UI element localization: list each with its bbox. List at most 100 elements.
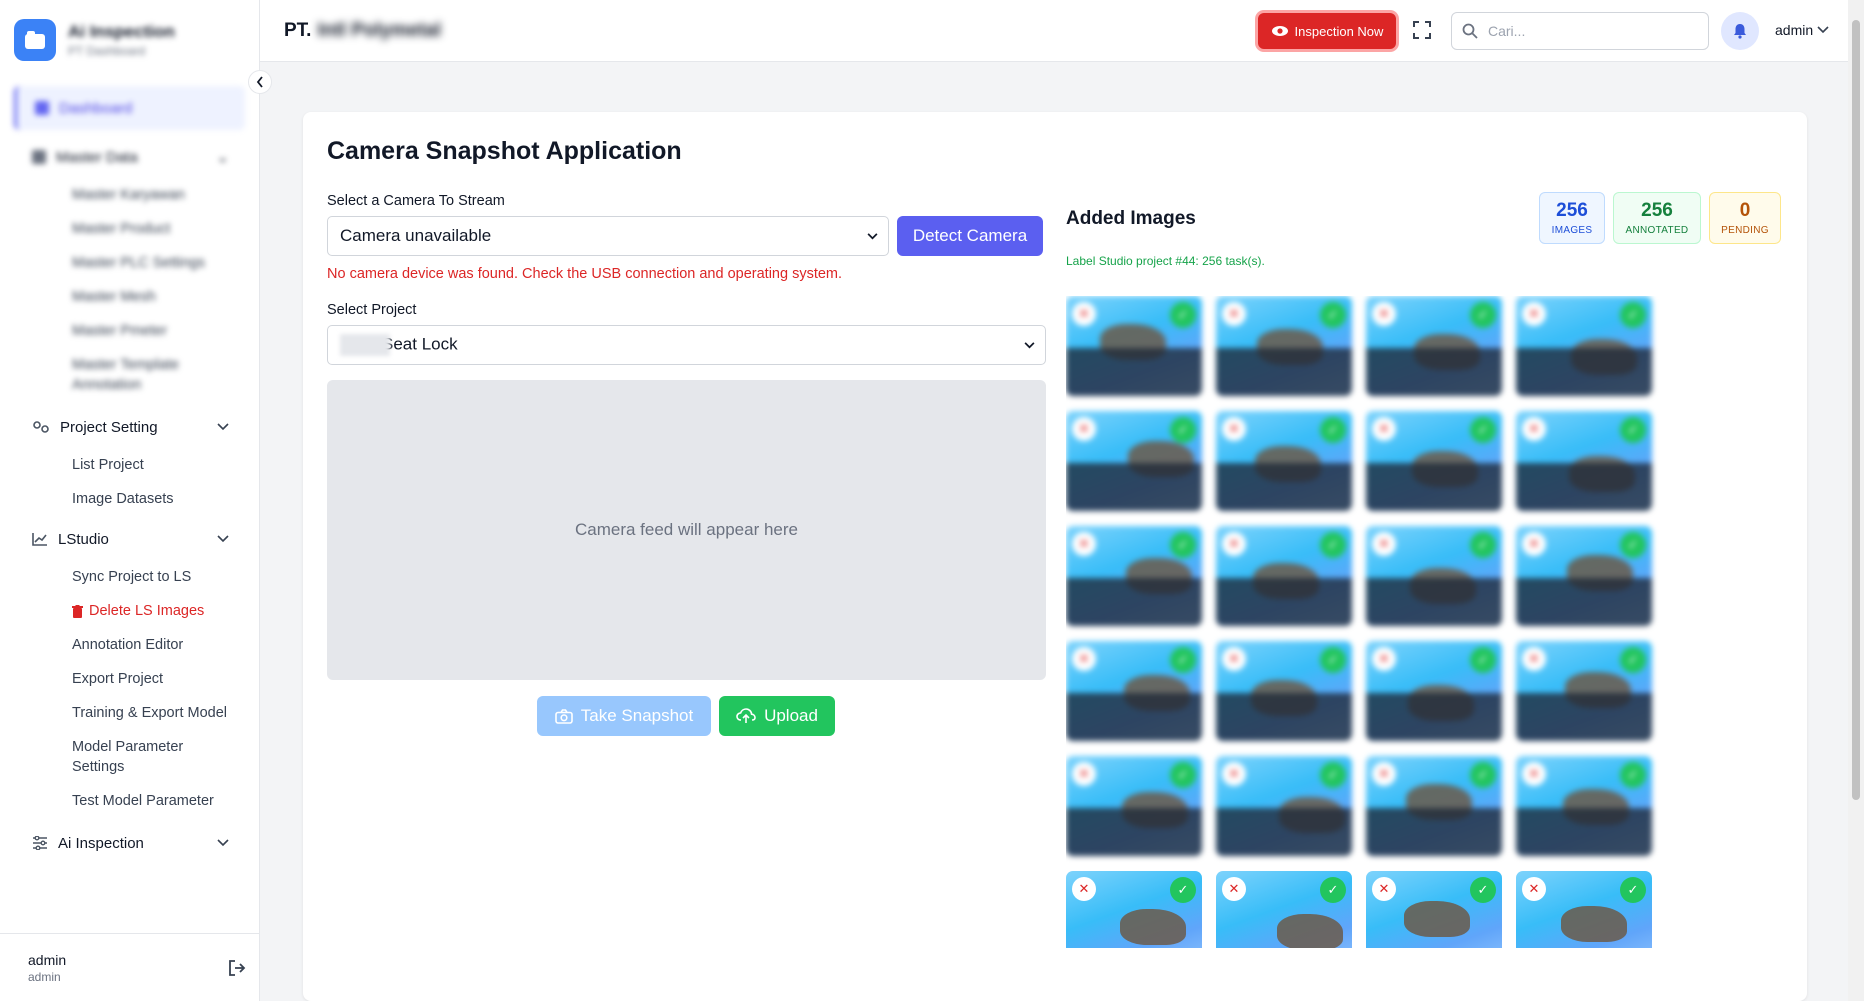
sidebar-item-sync-project[interactable]: Sync Project to LS bbox=[0, 560, 259, 594]
delete-image-icon[interactable]: ✕ bbox=[1522, 532, 1546, 556]
page-scrollbar[interactable] bbox=[1848, 0, 1864, 1001]
search-input[interactable] bbox=[1488, 23, 1688, 39]
annotated-check-icon: ✓ bbox=[1620, 762, 1646, 788]
image-thumbnail[interactable]: ✕ ✓ bbox=[1216, 756, 1352, 856]
sidebar-group-ai-inspection[interactable]: Ai Inspection bbox=[0, 822, 259, 864]
notification-button[interactable] bbox=[1721, 12, 1759, 50]
sidebar-item-image-datasets[interactable]: Image Datasets bbox=[0, 482, 259, 516]
image-thumbnail[interactable]: ✕ ✓ bbox=[1366, 641, 1502, 741]
sidebar-group-lstudio[interactable]: LStudio bbox=[0, 518, 259, 560]
sidebar-item-annotation-editor[interactable]: Annotation Editor bbox=[0, 628, 259, 662]
chevron-down-icon bbox=[217, 535, 229, 543]
delete-image-icon[interactable]: ✕ bbox=[1372, 877, 1396, 901]
annotated-check-icon: ✓ bbox=[1320, 762, 1346, 788]
image-thumbnail[interactable]: ✕ ✓ bbox=[1066, 756, 1202, 856]
project-select-value: Seat Lock bbox=[382, 334, 458, 354]
delete-image-icon[interactable]: ✕ bbox=[1222, 302, 1246, 326]
sidebar-collapse-button[interactable] bbox=[248, 70, 272, 94]
image-thumbnail[interactable]: ✕ ✓ bbox=[1516, 526, 1652, 626]
image-thumbnail[interactable]: ✕ ✓ bbox=[1216, 871, 1352, 948]
image-thumbnail[interactable]: ✕ ✓ bbox=[1366, 871, 1502, 948]
brand[interactable]: Ai Inspection PT Dashboard bbox=[0, 0, 259, 80]
annotated-check-icon: ✓ bbox=[1470, 762, 1496, 788]
sidebar-item-training-export[interactable]: Training & Export Model bbox=[0, 696, 259, 730]
thumbnail-object bbox=[1561, 906, 1627, 942]
eye-icon bbox=[1271, 26, 1288, 36]
delete-image-icon[interactable]: ✕ bbox=[1522, 302, 1546, 326]
delete-image-icon[interactable]: ✕ bbox=[1372, 532, 1396, 556]
sidebar-item-test-model[interactable]: Test Model Parameter bbox=[0, 784, 259, 818]
camera-select[interactable]: Camera unavailable bbox=[327, 216, 889, 256]
upload-button[interactable]: Upload bbox=[719, 696, 835, 736]
image-thumbnail[interactable]: ✕ ✓ bbox=[1516, 641, 1652, 741]
image-thumbnail[interactable]: ✕ ✓ bbox=[1216, 641, 1352, 741]
sidebar-item-master-pmeter[interactable]: Master Pmeter bbox=[0, 314, 259, 348]
image-thumbnail[interactable]: ✕ ✓ bbox=[1366, 526, 1502, 626]
inspection-now-button[interactable]: Inspection Now bbox=[1258, 13, 1396, 49]
take-snapshot-button[interactable]: Take Snapshot bbox=[537, 696, 711, 736]
image-thumbnail[interactable]: ✕ ✓ bbox=[1066, 296, 1202, 396]
delete-image-icon[interactable]: ✕ bbox=[1222, 647, 1246, 671]
image-thumbnail[interactable]: ✕ ✓ bbox=[1366, 411, 1502, 511]
stat-images-value: 256 bbox=[1556, 200, 1588, 221]
delete-image-icon[interactable]: ✕ bbox=[1372, 302, 1396, 326]
image-thumbnail[interactable]: ✕ ✓ bbox=[1516, 756, 1652, 856]
image-thumbnail[interactable]: ✕ ✓ bbox=[1366, 296, 1502, 396]
delete-image-icon[interactable]: ✕ bbox=[1222, 417, 1246, 441]
delete-image-icon[interactable]: ✕ bbox=[1522, 877, 1546, 901]
sidebar-group-master-data[interactable]: Master Data ⌄ bbox=[0, 136, 259, 178]
fullscreen-icon[interactable] bbox=[1412, 20, 1432, 40]
page-scrollbar-thumb[interactable] bbox=[1852, 20, 1860, 800]
search-box[interactable] bbox=[1451, 12, 1709, 50]
delete-image-icon[interactable]: ✕ bbox=[1372, 417, 1396, 441]
detect-camera-button[interactable]: Detect Camera bbox=[897, 216, 1043, 256]
image-thumbnail[interactable]: ✕ ✓ bbox=[1516, 296, 1652, 396]
annotated-check-icon: ✓ bbox=[1620, 417, 1646, 443]
sidebar-item-model-parameter[interactable]: Model Parameter Settings bbox=[0, 730, 259, 784]
delete-image-icon[interactable]: ✕ bbox=[1222, 532, 1246, 556]
sidebar-item-delete-ls-images[interactable]: Delete LS Images bbox=[0, 594, 259, 628]
page-title: Camera Snapshot Application bbox=[327, 137, 682, 165]
delete-image-icon[interactable]: ✕ bbox=[1222, 877, 1246, 901]
annotated-check-icon: ✓ bbox=[1470, 877, 1496, 903]
sidebar-group-project-setting[interactable]: Project Setting bbox=[0, 406, 259, 448]
upload-label: Upload bbox=[764, 706, 818, 725]
sidebar-item-master-plc[interactable]: Master PLC Settings bbox=[0, 246, 259, 280]
image-thumbnail[interactable]: ✕ ✓ bbox=[1216, 296, 1352, 396]
thumbnail-object bbox=[1404, 901, 1470, 937]
sidebar-item-master-template[interactable]: Master Template Annotation bbox=[0, 348, 259, 402]
image-thumbnail[interactable]: ✕ ✓ bbox=[1216, 526, 1352, 626]
sidebar-item-master-mesh[interactable]: Master Mesh bbox=[0, 280, 259, 314]
delete-image-icon[interactable]: ✕ bbox=[1072, 302, 1096, 326]
project-select[interactable]: Seat Lock bbox=[327, 325, 1046, 365]
annotated-check-icon: ✓ bbox=[1170, 647, 1196, 673]
image-thumbnail[interactable]: ✕ ✓ bbox=[1516, 411, 1652, 511]
image-thumbnail[interactable]: ✕ ✓ bbox=[1066, 641, 1202, 741]
image-thumbnail[interactable]: ✕ ✓ bbox=[1066, 411, 1202, 511]
sidebar-item-export-project[interactable]: Export Project bbox=[0, 662, 259, 696]
sidebar-item-master-karyawan[interactable]: Master Karyawan bbox=[0, 178, 259, 212]
image-thumbnail[interactable]: ✕ ✓ bbox=[1066, 526, 1202, 626]
delete-image-icon[interactable]: ✕ bbox=[1072, 762, 1096, 786]
delete-image-icon[interactable]: ✕ bbox=[1072, 532, 1096, 556]
sidebar-item-dashboard[interactable]: Dashboard bbox=[14, 86, 245, 130]
delete-image-icon[interactable]: ✕ bbox=[1522, 762, 1546, 786]
user-menu[interactable]: admin bbox=[1775, 22, 1829, 38]
delete-image-icon[interactable]: ✕ bbox=[1072, 647, 1096, 671]
sidebar-item-master-product[interactable]: Master Product bbox=[0, 212, 259, 246]
delete-image-icon[interactable]: ✕ bbox=[1222, 762, 1246, 786]
delete-image-icon[interactable]: ✕ bbox=[1522, 417, 1546, 441]
delete-image-icon[interactable]: ✕ bbox=[1072, 417, 1096, 441]
annotated-check-icon: ✓ bbox=[1320, 532, 1346, 558]
sidebar-item-list-project[interactable]: List Project bbox=[0, 448, 259, 482]
image-thumbnail[interactable]: ✕ ✓ bbox=[1516, 871, 1652, 948]
image-thumbnail[interactable]: ✕ ✓ bbox=[1366, 756, 1502, 856]
delete-image-icon[interactable]: ✕ bbox=[1072, 877, 1096, 901]
logout-icon[interactable] bbox=[228, 959, 246, 976]
delete-image-icon[interactable]: ✕ bbox=[1372, 647, 1396, 671]
delete-image-icon[interactable]: ✕ bbox=[1372, 762, 1396, 786]
image-thumbnail[interactable]: ✕ ✓ bbox=[1066, 871, 1202, 948]
sidebar-item-label: Delete LS Images bbox=[89, 603, 205, 619]
image-thumbnail[interactable]: ✕ ✓ bbox=[1216, 411, 1352, 511]
delete-image-icon[interactable]: ✕ bbox=[1522, 647, 1546, 671]
